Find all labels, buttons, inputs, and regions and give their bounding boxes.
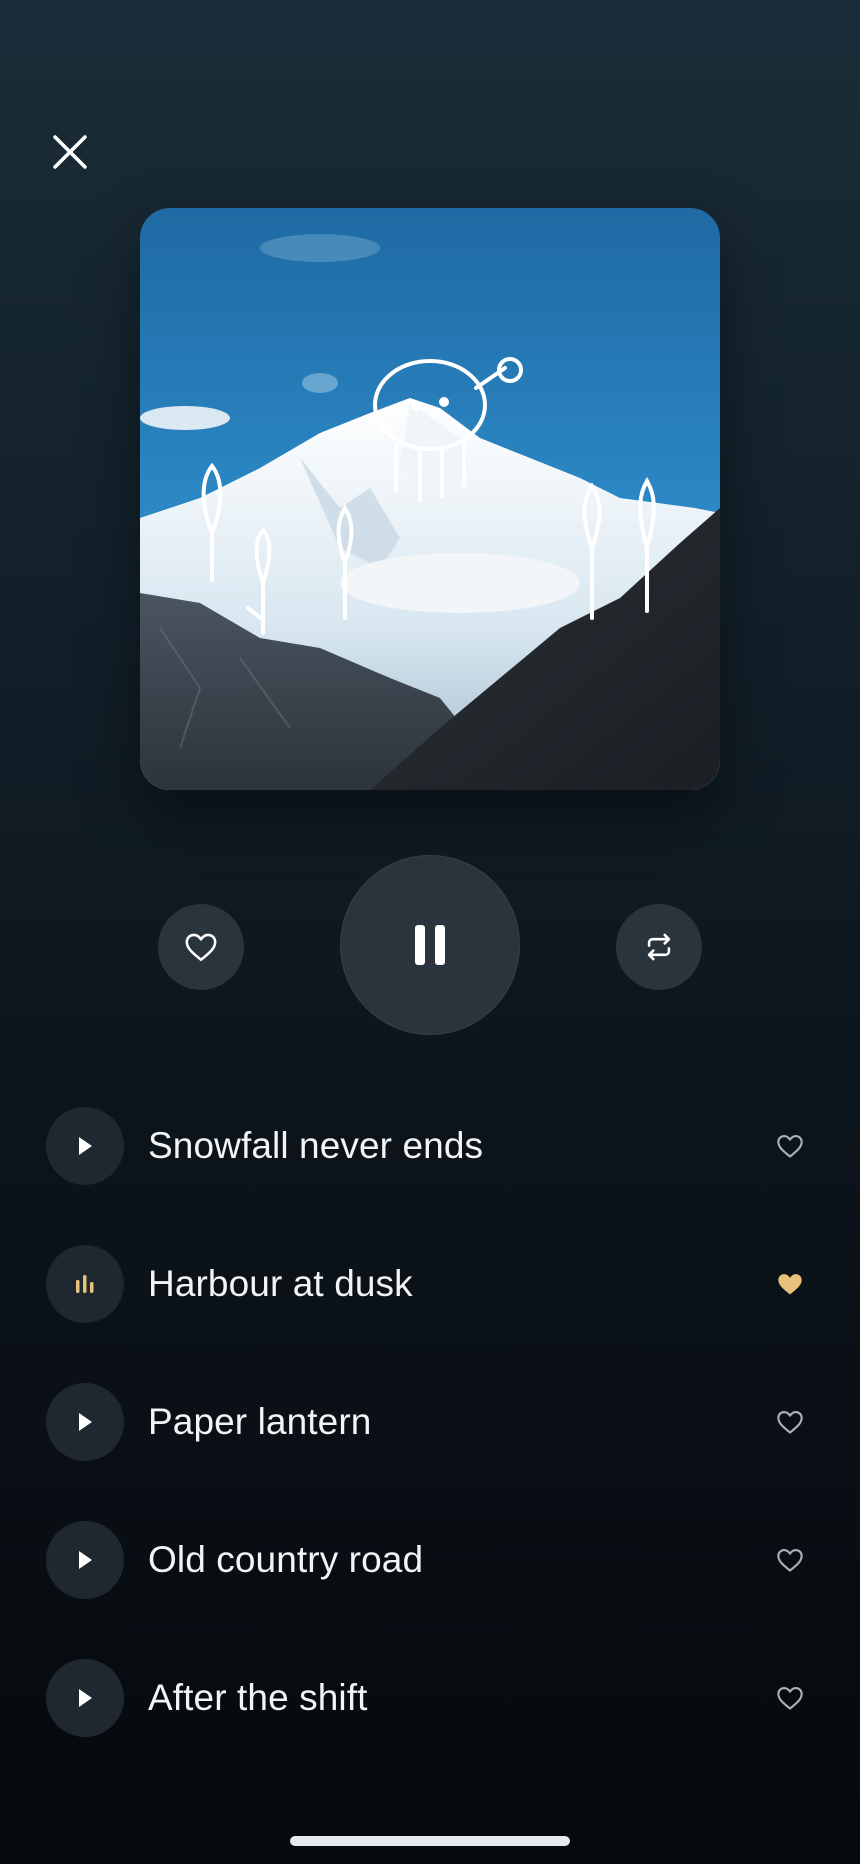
- track-title: After the shift: [148, 1677, 368, 1718]
- track-list: Snowfall never ends Harbour at dusk Pape…: [46, 1107, 814, 1797]
- list-item[interactable]: Paper lantern: [46, 1383, 814, 1461]
- track-playing-indicator[interactable]: [46, 1245, 124, 1323]
- track-title: Old country road: [148, 1539, 424, 1580]
- play-icon: [79, 1413, 92, 1431]
- like-button[interactable]: [158, 904, 244, 990]
- play-pause-button[interactable]: [340, 855, 520, 1035]
- track-play-button[interactable]: [46, 1521, 124, 1599]
- list-item[interactable]: Old country road: [46, 1521, 814, 1599]
- heart-outline-icon: [777, 1549, 803, 1572]
- play-icon: [79, 1689, 92, 1707]
- play-icon: [79, 1137, 92, 1155]
- track-title: Snowfall never ends: [148, 1125, 484, 1166]
- heart-filled-icon: [778, 1274, 802, 1295]
- track-like-button[interactable]: [768, 1124, 812, 1168]
- track-play-button[interactable]: [46, 1659, 124, 1737]
- track-play-button[interactable]: [46, 1383, 124, 1461]
- home-indicator[interactable]: [290, 1836, 570, 1846]
- list-item[interactable]: After the shift: [46, 1659, 814, 1737]
- list-item[interactable]: Harbour at dusk: [46, 1245, 814, 1323]
- track-like-button[interactable]: [768, 1262, 812, 1306]
- heart-outline-icon: [777, 1411, 803, 1434]
- repeat-button[interactable]: [616, 904, 702, 990]
- track-play-button[interactable]: [46, 1107, 124, 1185]
- pause-icon: [415, 925, 445, 965]
- track-title: Harbour at dusk: [148, 1263, 413, 1304]
- play-icon: [79, 1551, 92, 1569]
- repeat-icon: [647, 933, 671, 961]
- track-like-button[interactable]: [768, 1400, 812, 1444]
- track-like-button[interactable]: [768, 1538, 812, 1582]
- close-button[interactable]: [46, 128, 94, 176]
- heart-outline-icon: [185, 933, 217, 962]
- album-artwork: [140, 208, 720, 790]
- track-title: Paper lantern: [148, 1401, 372, 1442]
- heart-outline-icon: [777, 1687, 803, 1710]
- heart-outline-icon: [777, 1135, 803, 1158]
- equalizer-icon: [76, 1275, 94, 1293]
- list-item[interactable]: Snowfall never ends: [46, 1107, 814, 1185]
- close-icon: [53, 135, 87, 169]
- track-like-button[interactable]: [768, 1676, 812, 1720]
